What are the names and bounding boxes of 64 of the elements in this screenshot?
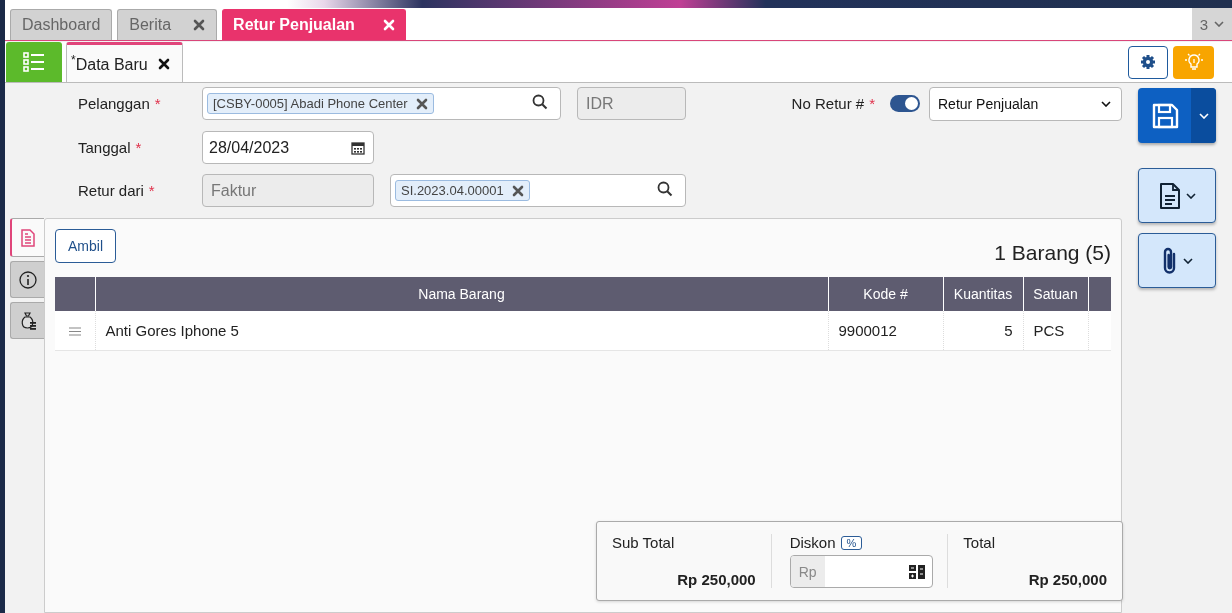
document-tab[interactable]: $^{*}$Data Baru — [66, 42, 183, 82]
required-mark: * — [148, 182, 155, 199]
side-tab[interactable] — [10, 261, 44, 298]
tab-overflow-button[interactable]: 3 — [1191, 8, 1232, 40]
app-tab[interactable]: Retur Penjualan — [222, 9, 406, 40]
close-icon — [511, 184, 524, 197]
selected-chip[interactable]: SI.2023.04.00001 — [395, 180, 530, 201]
info-icon — [18, 270, 37, 289]
search-icon — [532, 94, 548, 110]
calendar-icon — [351, 140, 365, 155]
subtotal-label: Sub Total — [612, 534, 676, 551]
table-cell: Anti Gores Iphone 5 — [95, 311, 828, 351]
save-icon — [1150, 101, 1179, 130]
close-icon — [415, 97, 428, 110]
lookup-field[interactable]: SI.2023.04.00001 — [390, 174, 686, 207]
required-mark: * — [135, 139, 142, 156]
caret-icon — [1183, 257, 1193, 264]
document-icon — [1158, 181, 1182, 210]
field-label: Pelanggan — [78, 95, 150, 112]
app-tab[interactable]: Berita — [117, 9, 218, 40]
attachment-button[interactable] — [1138, 233, 1216, 288]
list-icon — [23, 52, 45, 72]
discount-mode-toggle[interactable]: % — [840, 535, 863, 550]
selected-chip[interactable]: [CSBY-0005] Abadi Phone Center — [207, 93, 434, 114]
total-label: Total — [963, 534, 997, 551]
chevron-down-icon — [1101, 100, 1111, 107]
column-header[interactable]: Nama Barang — [95, 277, 828, 311]
field-label: Tanggal — [78, 139, 131, 156]
chevron-down-icon — [1214, 21, 1224, 27]
document-icon — [20, 228, 36, 247]
drag-handle-icon — [68, 327, 81, 336]
search-icon — [657, 181, 673, 197]
settings-button[interactable] — [1128, 45, 1168, 79]
required-mark: * — [154, 95, 161, 112]
app-tab[interactable]: Dashboard — [10, 9, 113, 40]
table-cell: PCS — [1023, 311, 1088, 351]
source-field: Faktur — [202, 174, 374, 207]
save-button[interactable] — [1138, 88, 1216, 143]
series-select[interactable]: Retur Penjualan — [929, 86, 1122, 121]
item-count: 1 Barang (5) — [994, 240, 1111, 265]
lookup-field[interactable]: [CSBY-0005] Abadi Phone Center — [202, 87, 561, 120]
calculator-icon — [909, 564, 926, 579]
caret-icon — [1198, 112, 1209, 119]
column-header[interactable]: Kode # — [828, 277, 943, 311]
column-header[interactable]: Kuantitas — [943, 277, 1023, 311]
field-label: No Retur # — [791, 95, 865, 112]
document-button[interactable] — [1138, 168, 1216, 223]
discount-label: Diskon — [789, 534, 836, 551]
side-tab[interactable] — [10, 302, 44, 339]
column-header[interactable]: Satuan — [1023, 277, 1088, 311]
settings-icon — [1140, 54, 1156, 70]
currency-field: IDR — [577, 87, 686, 120]
close-icon — [157, 57, 170, 70]
table-cell: 5 — [943, 311, 1023, 351]
caret-icon — [1186, 192, 1196, 199]
lightbulb-icon — [1184, 52, 1203, 72]
total-value: Rp 250,000 — [1027, 571, 1107, 588]
toggle-switch[interactable] — [890, 95, 920, 112]
field-label: Retur dari — [78, 182, 144, 199]
required-mark: * — [869, 95, 875, 112]
date-field[interactable]: 28/04/2023 — [202, 131, 374, 164]
take-button[interactable]: Ambil — [55, 229, 116, 263]
table-cell: 9900012 — [828, 311, 943, 351]
subtotal-value: Rp 250,000 — [676, 571, 756, 588]
